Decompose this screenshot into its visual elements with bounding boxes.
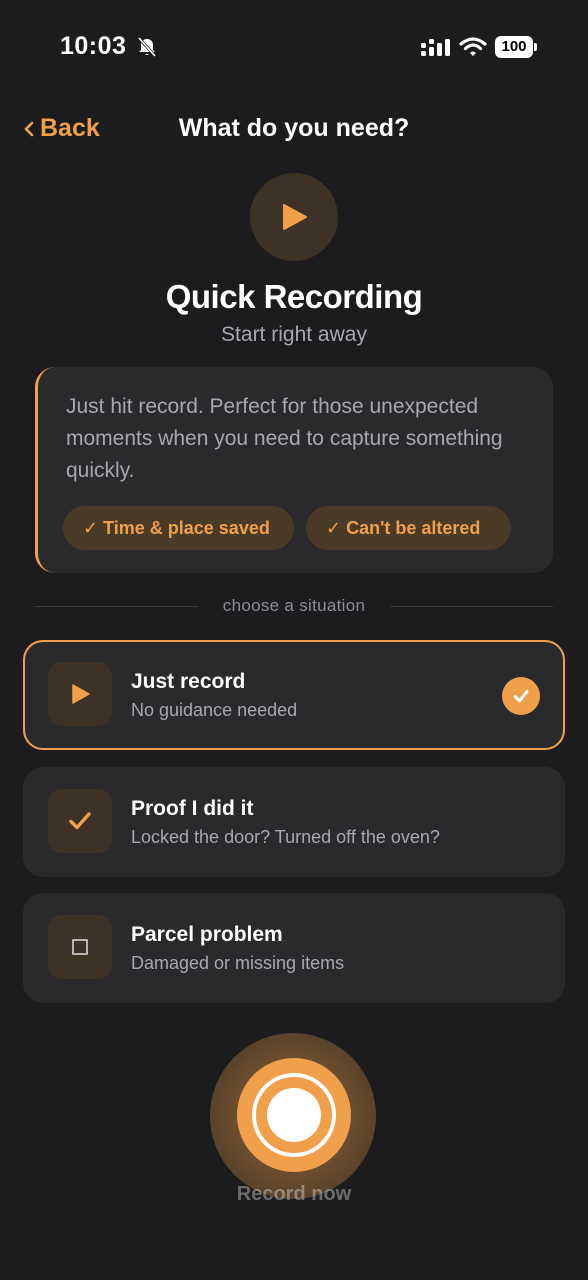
option-subtitle: Locked the door? Turned off the oven? — [131, 827, 440, 847]
info-card: Just hit record. Perfect for those unexp… — [35, 367, 553, 573]
play-icon — [283, 204, 307, 230]
hero-title: Quick Recording — [165, 278, 423, 315]
record-dot-icon — [267, 1088, 321, 1142]
signal-icon — [421, 39, 450, 56]
record-ring — [252, 1073, 336, 1157]
record-label: Record now — [236, 1183, 352, 1205]
option-parcel-problem[interactable]: Parcel problem Damaged or missing items — [23, 893, 565, 1003]
option-icon-box — [48, 662, 112, 726]
feature-tag-time-place: ✓ Time & place saved — [63, 506, 294, 550]
battery-level: 100 — [495, 36, 533, 58]
battery-icon: 100 — [495, 36, 537, 58]
back-button[interactable]: Back — [24, 114, 100, 143]
option-title: Proof I did it — [131, 797, 254, 820]
back-label: Back — [40, 114, 100, 142]
status-bar: 10:03 100 — [0, 0, 588, 96]
wifi-icon — [459, 37, 487, 56]
option-title: Just record — [131, 670, 246, 693]
checkmark-icon — [69, 812, 91, 830]
play-icon — [72, 684, 90, 704]
record-button[interactable] — [237, 1058, 351, 1172]
option-icon-box — [48, 915, 112, 979]
feature-tag-unaltered: ✓ Can't be altered — [306, 506, 511, 550]
option-subtitle: Damaged or missing items — [131, 953, 345, 973]
chevron-left-icon — [24, 121, 34, 136]
info-text: Just hit record. Perfect for those unexp… — [66, 395, 503, 482]
status-time: 10:03 — [60, 32, 127, 60]
hero-subtitle: Start right away — [221, 323, 367, 346]
divider-line — [390, 606, 553, 607]
selected-check-badge — [502, 677, 540, 715]
option-icon-box — [48, 789, 112, 853]
checkmark-icon — [513, 690, 529, 703]
option-proof-i-did-it[interactable]: Proof I did it Locked the door? Turned o… — [23, 767, 565, 877]
option-subtitle: No guidance needed — [131, 700, 298, 720]
option-title: Parcel problem — [131, 923, 283, 946]
option-just-record[interactable]: Just record No guidance needed — [23, 640, 565, 750]
box-icon — [72, 939, 88, 955]
battery-tip — [534, 43, 537, 51]
hero-icon-circle — [250, 173, 338, 261]
bell-slash-icon — [137, 37, 157, 57]
